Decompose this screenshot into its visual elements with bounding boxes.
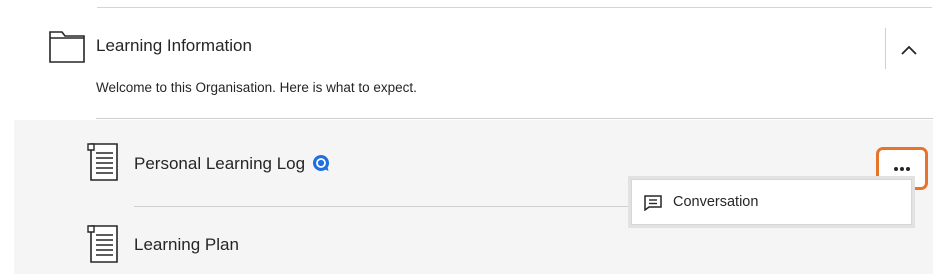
item-title-learning-plan[interactable]: Learning Plan xyxy=(134,235,239,255)
more-options-menu: Conversation xyxy=(631,179,912,225)
section-description: Welcome to this Organisation. Here is wh… xyxy=(96,80,417,95)
conversation-icon xyxy=(644,195,662,211)
menu-item-conversation[interactable]: Conversation xyxy=(632,180,911,224)
menu-item-label: Conversation xyxy=(673,194,759,210)
section-divider xyxy=(96,118,933,119)
top-divider xyxy=(97,7,932,8)
folder-icon xyxy=(49,31,85,63)
conversation-indicator-icon[interactable] xyxy=(312,154,330,172)
document-icon xyxy=(87,225,118,263)
item-title-personal-learning-log[interactable]: Personal Learning Log xyxy=(134,154,305,174)
document-icon xyxy=(87,143,118,181)
chevron-up-icon xyxy=(901,45,917,55)
item-divider xyxy=(134,206,629,207)
collapse-section-button[interactable] xyxy=(893,34,925,66)
header-separator xyxy=(885,28,886,69)
more-options-icon xyxy=(894,166,910,171)
section-title[interactable]: Learning Information xyxy=(96,36,252,56)
